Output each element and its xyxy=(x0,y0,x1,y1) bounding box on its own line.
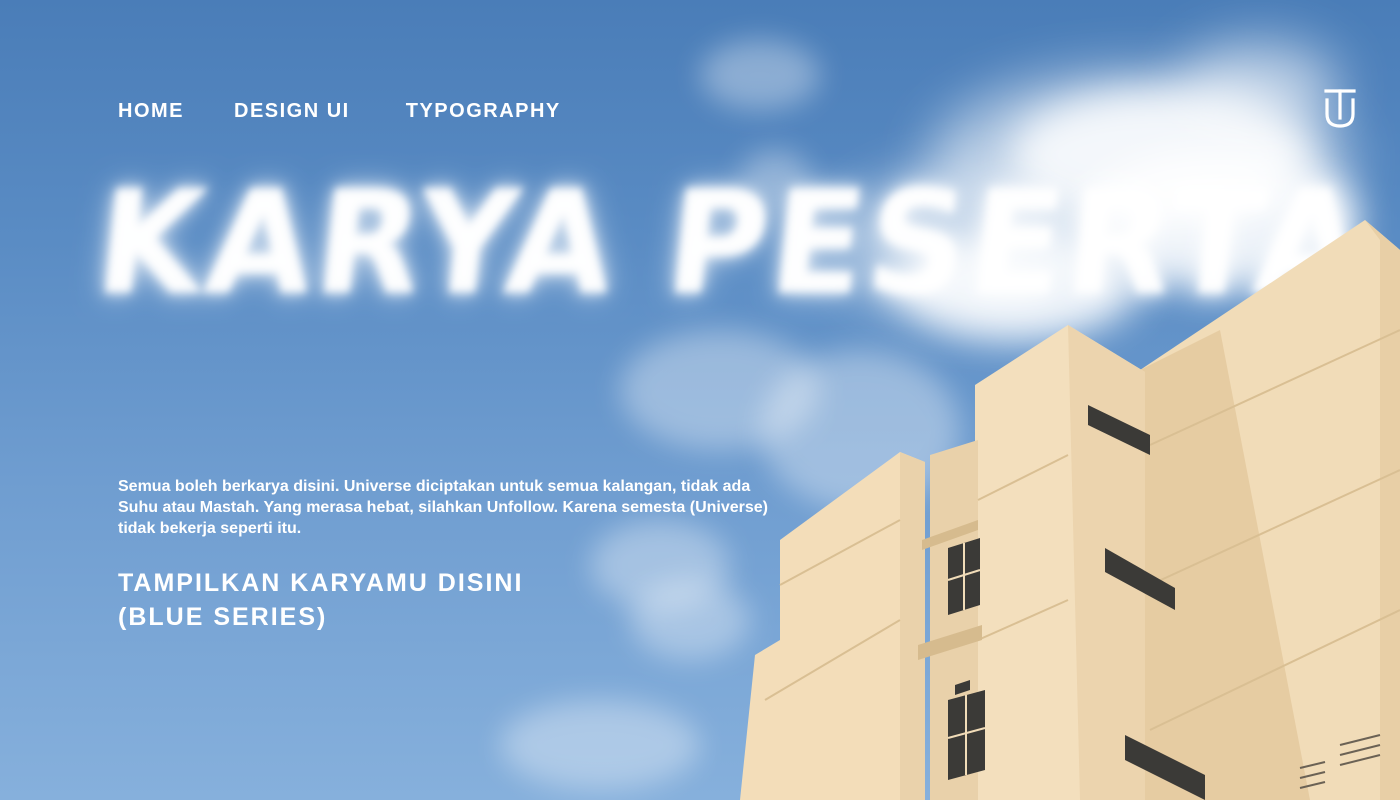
nav-home-link[interactable]: HOME xyxy=(118,100,184,123)
tu-monogram-icon[interactable] xyxy=(1324,88,1356,128)
nav-typography-link[interactable]: TYPOGRAPHY xyxy=(406,100,561,123)
cta-line-1: TAMPILKAN KARYAMU DISINI xyxy=(118,569,524,597)
hero-description: Semua boleh berkarya disini. Universe di… xyxy=(118,478,768,537)
hero-banner: KARYA PESERTA HOME DESIGN UI TYPOGRAPHY … xyxy=(0,0,1400,800)
main-nav: HOME DESIGN UI TYPOGRAPHY xyxy=(118,100,561,123)
cta-line-2: (BLUE SERIES) xyxy=(118,603,328,631)
nav-design-ui-link[interactable]: DESIGN UI xyxy=(234,100,350,123)
cta-link[interactable]: TAMPILKAN KARYAMU DISINI (BLUE SERIES) xyxy=(118,566,523,634)
